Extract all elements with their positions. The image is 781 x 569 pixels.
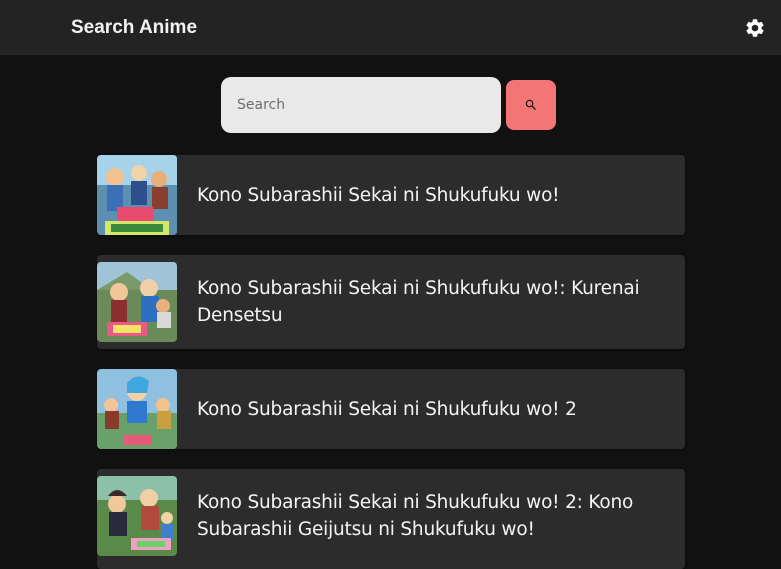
result-card[interactable]: Kono Subarashii Sekai ni Shukufuku wo! xyxy=(97,155,685,235)
cover-image xyxy=(97,476,177,556)
app-title: Search Anime xyxy=(71,17,198,38)
result-card[interactable]: Kono Subarashii Sekai ni Shukufuku wo!: … xyxy=(97,255,685,349)
result-title: Kono Subarashii Sekai ni Shukufuku wo!: … xyxy=(197,278,640,326)
result-title: Kono Subarashii Sekai ni Shukufuku wo! xyxy=(197,185,560,206)
cover-image xyxy=(97,155,177,235)
cover-image xyxy=(97,262,177,342)
app-header: Search Anime xyxy=(0,0,781,55)
result-title: Kono Subarashii Sekai ni Shukufuku wo! 2… xyxy=(197,492,634,540)
search-button[interactable] xyxy=(506,80,556,130)
cover-image xyxy=(97,369,177,449)
settings-button[interactable] xyxy=(742,15,768,41)
search-input[interactable] xyxy=(221,77,501,133)
result-card[interactable]: Kono Subarashii Sekai ni Shukufuku wo! 2… xyxy=(97,469,685,569)
result-card[interactable]: Kono Subarashii Sekai ni Shukufuku wo! 2 xyxy=(97,369,685,449)
search-icon xyxy=(525,99,536,110)
gear-icon xyxy=(746,19,764,37)
result-title: Kono Subarashii Sekai ni Shukufuku wo! 2 xyxy=(197,399,577,420)
